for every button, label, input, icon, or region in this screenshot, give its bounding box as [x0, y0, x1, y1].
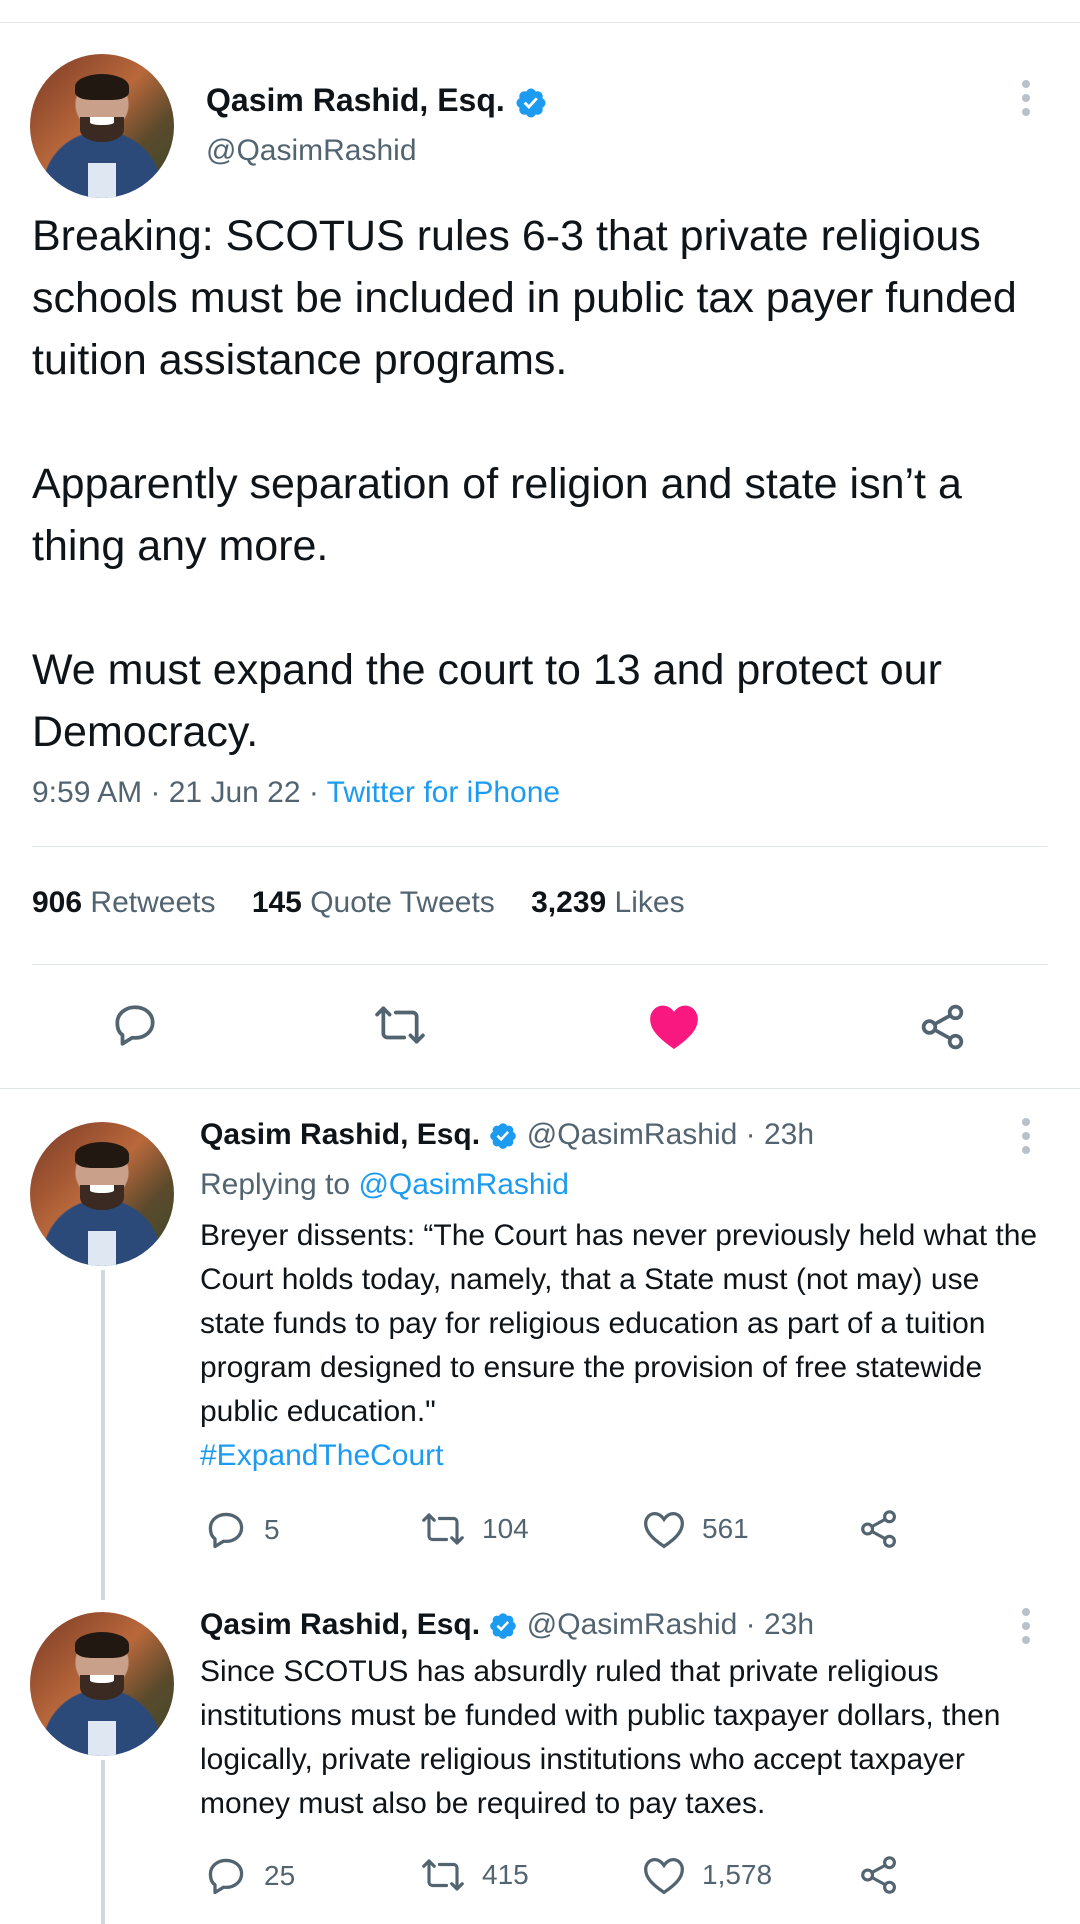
- replying-to: Replying to @QasimRashid: [200, 1168, 569, 1201]
- retweet-count: 415: [482, 1859, 529, 1890]
- retweet-button[interactable]: 104: [420, 1508, 529, 1550]
- like-button[interactable]: 1,578: [642, 1854, 772, 1896]
- tweet-date[interactable]: 21 Jun 22: [169, 776, 301, 809]
- author-handle[interactable]: @QasimRashid: [527, 1118, 738, 1151]
- retweet-count: 104: [482, 1513, 529, 1544]
- share-icon: [921, 1004, 964, 1050]
- divider: [32, 846, 1048, 847]
- tweet-source[interactable]: Twitter for iPhone: [327, 776, 560, 809]
- top-divider: [0, 22, 1080, 23]
- verified-badge-icon: [490, 1613, 517, 1639]
- tweet-paragraph: Breaking: SCOTUS rules 6-3 that private …: [32, 212, 1017, 384]
- reply-button[interactable]: [110, 1000, 160, 1055]
- tweet-paragraph: Apparently separation of religion and st…: [32, 460, 962, 570]
- share-button[interactable]: [858, 1854, 916, 1896]
- author-name[interactable]: Qasim Rashid, Esq.: [206, 82, 548, 120]
- share-icon: [861, 1856, 896, 1894]
- tweet-text: Breaking: SCOTUS rules 6-3 that private …: [32, 205, 1062, 763]
- tweet-age[interactable]: 23h: [764, 1608, 814, 1641]
- verified-badge-icon: [490, 1123, 517, 1149]
- author-handle[interactable]: @QasimRashid: [527, 1608, 738, 1641]
- like-button[interactable]: [648, 1002, 700, 1055]
- tweet-metadata: 9:59 AM · 21 Jun 22 · Twitter for iPhone: [32, 776, 561, 809]
- more-options-icon[interactable]: [1022, 1608, 1030, 1650]
- reply-button[interactable]: 25: [204, 1854, 295, 1898]
- like-count: 561: [702, 1513, 749, 1544]
- likes-stat[interactable]: 3,239 Likes: [531, 886, 684, 919]
- reply-header: Qasim Rashid, Esq. @QasimRashid · 23h: [200, 1118, 815, 1151]
- tweet-age[interactable]: 23h: [764, 1118, 814, 1151]
- more-options-icon[interactable]: [1022, 1118, 1030, 1160]
- retweet-icon: [375, 1006, 425, 1044]
- divider: [32, 964, 1048, 965]
- reply-icon: [208, 1512, 244, 1549]
- reply-count: 25: [264, 1860, 296, 1891]
- avatar[interactable]: [30, 1122, 174, 1266]
- section-divider: [0, 1088, 1080, 1089]
- avatar[interactable]: [30, 1612, 174, 1756]
- verified-badge-icon: [516, 88, 546, 118]
- engagement-stats: 906 Retweets 145 Quote Tweets 3,239 Like…: [32, 886, 685, 920]
- share-button[interactable]: [858, 1508, 916, 1550]
- thread-connector: [101, 1270, 105, 1600]
- share-button[interactable]: [918, 1002, 968, 1057]
- retweet-icon: [422, 1859, 464, 1891]
- like-count: 1,578: [702, 1859, 773, 1890]
- tweet-paragraph: We must expand the court to 13 and prote…: [32, 646, 942, 756]
- author-handle[interactable]: @QasimRashid: [206, 134, 417, 168]
- reply-button[interactable]: 5: [204, 1508, 280, 1552]
- tweet-time[interactable]: 9:59 AM: [32, 776, 142, 809]
- reply-icon: [115, 1005, 155, 1046]
- more-options-icon[interactable]: [1022, 80, 1030, 122]
- reply-text: Breyer dissents: “The Court has never pr…: [200, 1214, 1050, 1478]
- heart-filled-icon: [650, 1005, 698, 1049]
- replying-to-handle[interactable]: @QasimRashid: [358, 1168, 569, 1201]
- avatar[interactable]: [30, 54, 174, 198]
- like-button[interactable]: 561: [642, 1508, 749, 1550]
- retweet-icon: [422, 1513, 464, 1545]
- retweets-stat[interactable]: 906 Retweets: [32, 886, 215, 919]
- share-icon: [861, 1510, 896, 1548]
- heart-icon: [644, 1511, 684, 1549]
- reply-text: Since SCOTUS has absurdly ruled that pri…: [200, 1655, 1001, 1820]
- retweet-button[interactable]: 415: [420, 1854, 529, 1896]
- thread-connector: [101, 1760, 105, 1924]
- author-name[interactable]: Qasim Rashid, Esq.: [200, 1118, 480, 1151]
- reply-count: 5: [264, 1514, 280, 1545]
- author-name[interactable]: Qasim Rashid, Esq.: [200, 1608, 480, 1641]
- heart-icon: [644, 1857, 684, 1895]
- retweet-button[interactable]: [372, 1000, 428, 1055]
- hashtag-link[interactable]: #ExpandTheCourt: [200, 1434, 1050, 1478]
- quote-tweets-stat[interactable]: 145 Quote Tweets: [252, 886, 495, 919]
- reply-header: Qasim Rashid, Esq. @QasimRashid · 23h: [200, 1608, 815, 1641]
- reply-icon: [208, 1858, 244, 1895]
